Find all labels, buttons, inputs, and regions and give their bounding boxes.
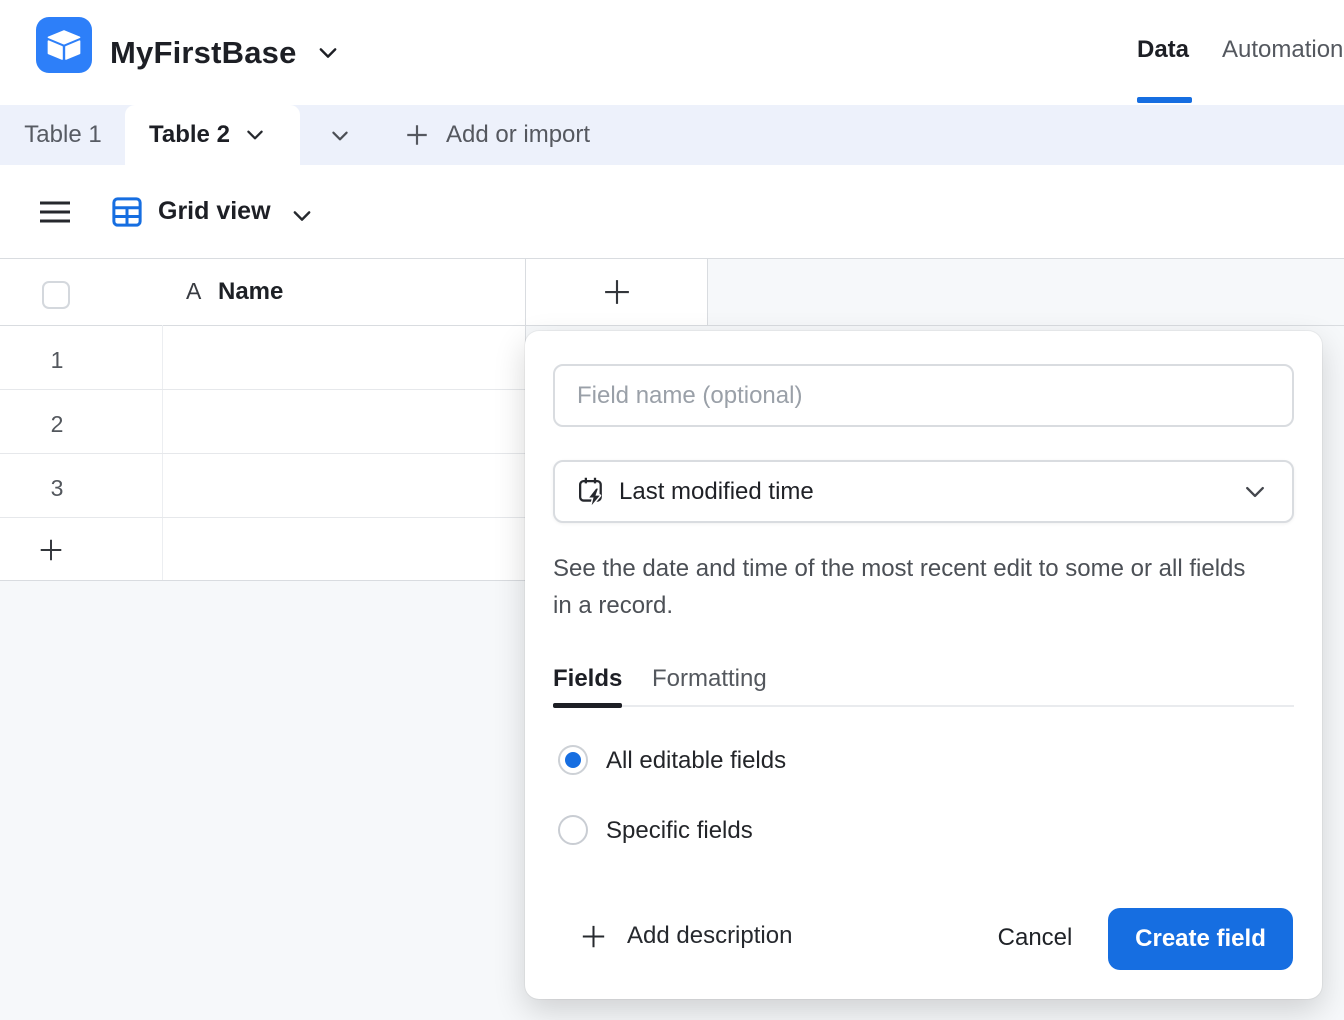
field-type-description: See the date and time of the most recent… [553, 550, 1259, 624]
column-header-name[interactable]: Name [218, 258, 283, 325]
create-field-dialog: Last modified time See the date and time… [525, 331, 1322, 999]
add-or-import-label: Add or import [446, 121, 590, 149]
calendar-bolt-icon [577, 476, 605, 508]
view-name[interactable]: Grid view [158, 165, 271, 258]
add-field-button[interactable] [594, 270, 640, 314]
radio-specific-fields-label[interactable]: Specific fields [606, 817, 753, 845]
base-menu-chevron-down-icon[interactable] [316, 41, 340, 65]
dialog-tab-fields[interactable]: Fields [553, 665, 622, 693]
radio-all-editable-fields[interactable] [558, 745, 588, 775]
tab-table-1[interactable]: Table 1 [0, 105, 126, 165]
active-tab-underline [1137, 97, 1192, 103]
addfield-column-right-border [707, 258, 708, 325]
tab-table-2-label: Table 2 [149, 121, 230, 149]
row-number[interactable]: 1 [40, 347, 74, 374]
table-menu-chevron-down-icon[interactable] [244, 124, 266, 146]
tab-data[interactable]: Data [1137, 0, 1189, 100]
row-divider [0, 389, 525, 390]
field-type-label: Last modified time [619, 478, 814, 506]
select-all-checkbox[interactable] [42, 281, 70, 309]
plus-icon [404, 122, 430, 148]
add-description-label: Add description [627, 922, 792, 950]
field-type-chevron-down-icon [1242, 479, 1268, 505]
add-or-import-button[interactable]: Add or import [404, 105, 590, 165]
row-divider [0, 453, 525, 454]
header-bottom-border [0, 325, 1344, 326]
grid-top-border [0, 258, 1344, 259]
view-sidebar-toggle-icon[interactable] [40, 200, 70, 224]
dialog-active-tab-underline [553, 703, 622, 708]
dialog-tab-formatting[interactable]: Formatting [652, 665, 767, 693]
create-field-button[interactable]: Create field [1108, 908, 1293, 970]
app-header: MyFirstBase Data Automations [0, 0, 1344, 105]
field-name-input[interactable] [553, 364, 1294, 427]
airtable-logo-icon[interactable] [36, 17, 92, 73]
dialog-tabs-divider [553, 705, 1294, 707]
radio-specific-fields[interactable] [558, 815, 588, 845]
rows-bottom-border [0, 580, 525, 581]
tab-table-2[interactable]: Table 2 [125, 105, 300, 165]
radio-all-editable-fields-label[interactable]: All editable fields [606, 747, 786, 775]
field-type-select[interactable]: Last modified time [553, 460, 1294, 523]
single-line-text-field-icon: A [186, 258, 201, 325]
plus-icon [580, 923, 607, 950]
table-list-chevron-down-icon[interactable] [323, 125, 357, 147]
row-number[interactable]: 2 [40, 411, 74, 438]
add-description-button[interactable]: Add description [580, 922, 792, 950]
cancel-button[interactable]: Cancel [972, 908, 1098, 968]
view-chevron-down-icon[interactable] [290, 204, 314, 228]
row-number[interactable]: 3 [40, 475, 74, 502]
row-divider [0, 517, 525, 518]
add-row-button[interactable] [38, 534, 74, 566]
grid-view-icon [112, 197, 142, 227]
tab-automations[interactable]: Automations [1222, 0, 1344, 100]
base-title: MyFirstBase [110, 0, 297, 105]
